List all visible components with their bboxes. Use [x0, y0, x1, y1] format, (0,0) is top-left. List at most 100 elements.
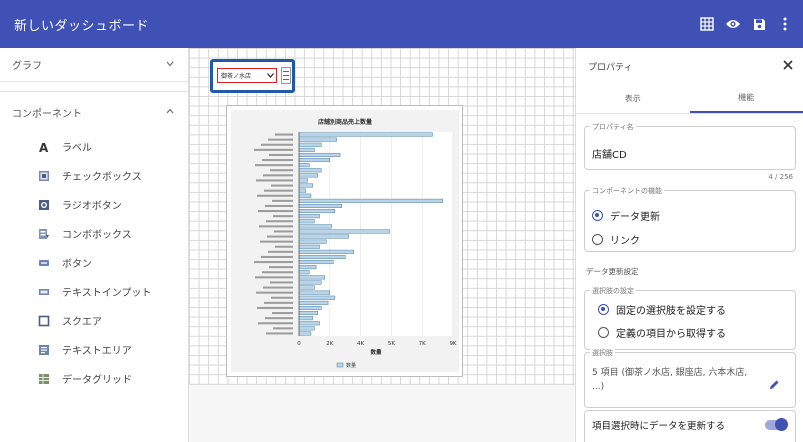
category-label-mark [265, 317, 293, 320]
category-label-mark [255, 164, 293, 167]
tab-function[interactable]: 機能 [689, 84, 803, 113]
component-item-checkbox[interactable]: チェックボックス [0, 161, 188, 190]
svg-text:A: A [39, 141, 49, 153]
category-label-mark [266, 332, 293, 335]
tab-display[interactable]: 表示 [576, 84, 690, 113]
bar [298, 275, 325, 280]
component-label: テキストエリア [62, 346, 132, 357]
category-label-mark [275, 133, 293, 136]
property-panel-title: プロパティ [588, 62, 633, 73]
radio-data-update[interactable]: データ更新 [592, 208, 660, 223]
chart-widget[interactable]: 店舗別商品売上数量 0 2K 4K 5K 7K 9K 数量 数量 [226, 105, 463, 377]
bar-chart: 店舗別商品売上数量0 2K 4K 5K 7K 9K数量数量 [254, 118, 457, 369]
bar [298, 265, 317, 270]
bar [298, 244, 320, 249]
component-item-combobox[interactable]: コンボボックス [0, 219, 188, 248]
component-item-datagrid[interactable]: データグリッド [0, 364, 188, 393]
x-tick-label: 2K [326, 341, 333, 347]
canvas-footer-area [189, 384, 575, 442]
category-label-mark [260, 240, 293, 243]
category-label-mark [257, 306, 293, 309]
component-item-text-input[interactable]: テキストインプット [0, 277, 188, 306]
component-item-square[interactable]: スクエア [0, 306, 188, 335]
property-name-value: 店舗CD [592, 150, 627, 161]
category-label-mark [263, 286, 293, 289]
bar [298, 142, 322, 147]
category-label-mark [254, 261, 293, 264]
update-on-select-toggle[interactable] [765, 418, 788, 431]
category-label-mark [274, 230, 293, 233]
radio-link[interactable]: リンク [592, 232, 640, 247]
x-tick-label: 5K [388, 341, 395, 347]
close-icon[interactable] [783, 58, 793, 74]
bar [298, 321, 320, 326]
text-input-icon [38, 286, 50, 298]
property-panel: プロパティ 表示 機能 プロパティ名 店舗CD 4 / 256 コンポーネントの… [575, 48, 803, 442]
radio-fixed-choices[interactable]: 固定の選択肢を設定する [598, 302, 726, 317]
component-list: A ラベル チェックボックス ラジオボタン コンボボックス ボタン テキストイン… [0, 132, 188, 393]
component-function-label: コンポーネントの機能 [590, 186, 664, 196]
x-tick-label: 4K [357, 341, 364, 347]
bar [298, 260, 334, 265]
list-icon[interactable] [281, 67, 291, 84]
category-label-mark [262, 159, 293, 162]
component-section-label: コンポーネント [12, 108, 82, 120]
plot-background [299, 132, 453, 336]
component-item-textarea[interactable]: テキストエリア [0, 335, 188, 364]
component-item-button[interactable]: ボタン [0, 248, 188, 277]
textarea-icon [38, 344, 50, 356]
x-tick-label: 7K [419, 341, 426, 347]
category-label-mark [273, 215, 293, 218]
bar [298, 173, 319, 178]
bar [298, 224, 332, 229]
toggle-label: 項目選択時にデータを更新する [592, 421, 726, 432]
bar [298, 305, 322, 310]
category-label-mark [270, 169, 293, 172]
bar [298, 203, 342, 208]
bar [298, 239, 327, 244]
category-label-mark [264, 301, 293, 304]
component-item-radio[interactable]: ラジオボタン [0, 190, 188, 219]
more-vert-icon[interactable] [777, 16, 793, 32]
chart-title: 店舗別商品売上数量 [318, 118, 372, 126]
bar [298, 316, 313, 321]
choice-settings-label: 選択肢の設定 [590, 286, 636, 296]
bar [298, 193, 312, 198]
component-section-header[interactable]: コンポーネント [0, 92, 188, 132]
category-label-mark [275, 245, 293, 248]
category-label-mark [268, 138, 293, 141]
radio-definition-choices[interactable]: 定義の項目から取得する [598, 325, 726, 340]
label-a-icon: A [38, 141, 50, 153]
selected-combobox-highlight[interactable]: 御茶ノ水店 [210, 59, 295, 93]
design-canvas[interactable]: 御茶ノ水店 店舗別商品売上数量 0 2K 4K 5K 7K 9K 数量 数量 [189, 48, 575, 442]
component-label: テキストインプット [62, 288, 152, 299]
category-label-mark [261, 143, 293, 146]
choice-settings-group [584, 290, 796, 350]
x-tick-label: 0 [297, 341, 301, 347]
component-item-label[interactable]: A ラベル [0, 132, 188, 161]
pencil-edit-icon[interactable] [769, 375, 780, 394]
chevron-down-icon[interactable] [166, 60, 174, 70]
bar [298, 219, 315, 224]
category-label-mark [272, 199, 293, 202]
radio-checked-icon [598, 304, 609, 315]
category-label-mark [257, 194, 293, 197]
chart-area: 店舗別商品売上数量 0 2K 4K 5K 7K 9K 数量 数量 [231, 110, 459, 372]
radio-checked-icon [592, 210, 603, 221]
category-label-mark [265, 204, 293, 207]
chevron-up-icon[interactable] [166, 107, 174, 117]
bar [298, 331, 312, 336]
store-select[interactable]: 御茶ノ水店 [217, 68, 277, 83]
radio-button-icon [38, 199, 50, 211]
eye-icon[interactable] [725, 16, 741, 32]
bar [298, 249, 354, 254]
bar [298, 326, 315, 331]
bar [298, 183, 313, 188]
save-icon[interactable] [751, 16, 767, 32]
bar [298, 188, 307, 193]
grid-icon[interactable] [699, 16, 715, 32]
bar [298, 132, 433, 137]
category-label-mark [261, 255, 293, 258]
graph-section-header[interactable]: グラフ [0, 48, 188, 82]
bar [298, 311, 319, 316]
